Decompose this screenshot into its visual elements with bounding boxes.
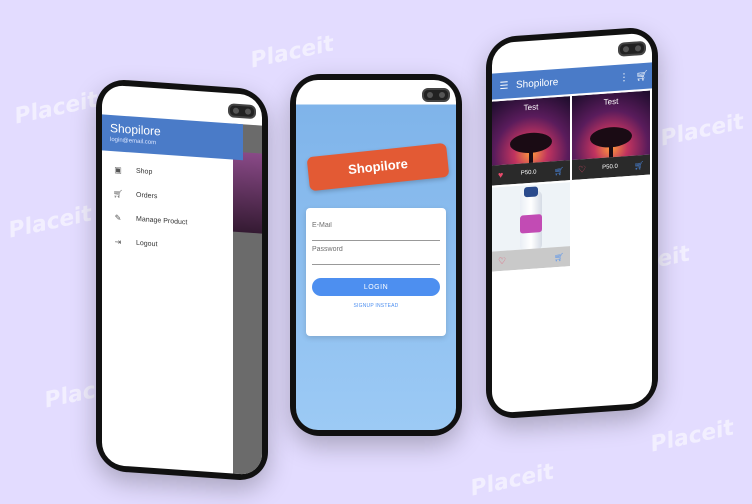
pencil-icon: ✎	[114, 212, 122, 223]
product-footer: ♡ 🛒︎	[492, 246, 570, 272]
logout-icon: ⇥	[114, 236, 122, 247]
drawer-item-label: Shop	[136, 167, 153, 176]
favorite-outline-icon[interactable]: ♡	[578, 164, 586, 176]
drawer-screen: Shopilore login@email.com ▣ Shop 🛒︎ Orde…	[102, 84, 262, 476]
add-to-cart-icon[interactable]: 🛒︎	[634, 160, 644, 170]
password-label: Password	[312, 246, 343, 253]
product-card[interactable]: Test ♡ P50.0 🛒︎	[572, 90, 650, 180]
product-footer: ♥ P50.0 🛒︎	[492, 160, 570, 186]
phone-login: Shopilore E-Mail Password LOGIN SIGNUP I…	[290, 74, 462, 436]
drawer-item-label: Logout	[136, 239, 158, 248]
menu-icon[interactable]: ☰	[492, 79, 516, 92]
camera	[228, 103, 256, 120]
camera	[618, 40, 646, 57]
email-field[interactable]: E-Mail	[312, 214, 440, 241]
brand-banner: Shopilore	[306, 142, 450, 192]
watermark: Placeit	[12, 87, 101, 130]
favorite-icon[interactable]: ♥	[498, 170, 503, 180]
add-to-cart-icon[interactable]: 🛒︎	[554, 166, 564, 176]
add-to-cart-icon[interactable]: 🛒︎	[554, 252, 564, 262]
product-footer: ♡ P50.0 🛒︎	[572, 154, 650, 180]
watermark: Placeit	[648, 415, 737, 458]
drawer-item-label: Orders	[136, 191, 158, 200]
drawer-header: Shopilore login@email.com	[102, 114, 243, 161]
favorite-outline-icon[interactable]: ♡	[498, 255, 506, 267]
signup-link[interactable]: SIGNUP INSTEAD	[312, 303, 440, 309]
shop-screen: ☰ Shopilore ⋮ 🛒︎ Test ♥ P50.0 🛒︎ Test ♡ …	[492, 32, 652, 414]
product-price: P50.0	[602, 163, 618, 171]
drawer-menu: ▣ Shop 🛒︎ Orders ✎ Manage Product ⇥ Logo…	[102, 156, 243, 262]
watermark: Placeit	[248, 31, 337, 74]
login-card: E-Mail Password LOGIN SIGNUP INSTEAD	[306, 208, 446, 336]
product-card[interactable]: ♡ 🛒︎	[492, 182, 570, 272]
login-button[interactable]: LOGIN	[312, 278, 440, 296]
more-icon[interactable]: ⋮	[616, 71, 632, 84]
watermark: Placeit	[468, 459, 557, 502]
app-title: Shopilore	[516, 76, 559, 91]
phone-shop: ☰ Shopilore ⋮ 🛒︎ Test ♥ P50.0 🛒︎ Test ♡ …	[486, 25, 658, 421]
product-price: P50.0	[520, 169, 537, 177]
watermark: Placeit	[658, 109, 747, 152]
drawer-item-label: Manage Product	[136, 215, 188, 226]
camera	[422, 88, 450, 102]
password-field[interactable]: Password	[312, 238, 440, 265]
shop-icon: ▣	[114, 164, 122, 175]
email-label: E-Mail	[312, 222, 332, 229]
cart-icon[interactable]: 🛒︎	[632, 70, 652, 82]
product-card[interactable]: Test ♥ P50.0 🛒︎	[492, 96, 570, 186]
login-screen: Shopilore E-Mail Password LOGIN SIGNUP I…	[296, 80, 456, 430]
cart-icon: 🛒︎	[112, 188, 124, 199]
phone-drawer: Shopilore login@email.com ▣ Shop 🛒︎ Orde…	[96, 77, 268, 483]
watermark: Placeit	[6, 201, 95, 244]
